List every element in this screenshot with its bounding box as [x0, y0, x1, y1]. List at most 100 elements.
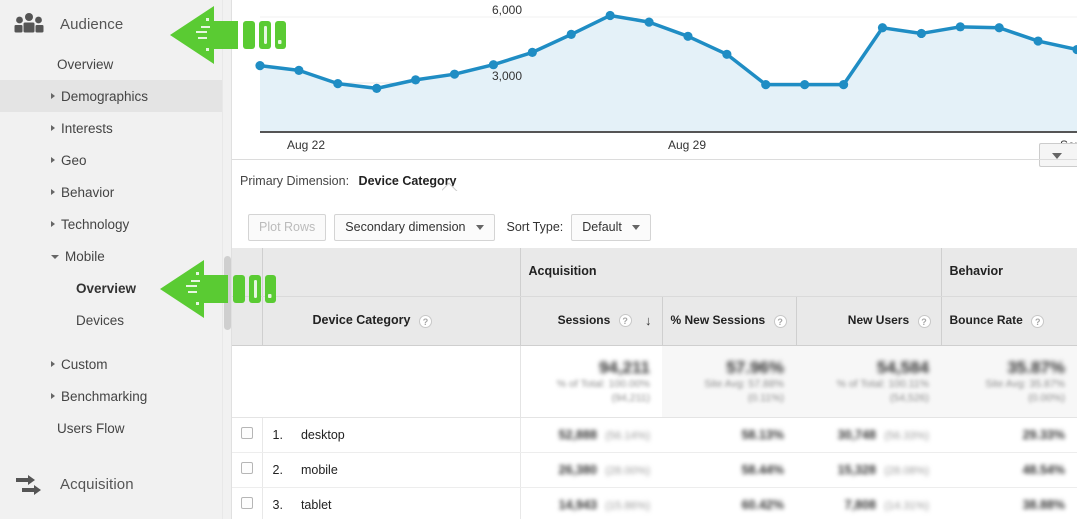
x-axis-tick-aug22: Aug 22: [287, 138, 326, 152]
help-icon[interactable]: ?: [917, 314, 931, 328]
row-device-name[interactable]: desktop: [301, 428, 345, 442]
chart-data-point[interactable]: [294, 65, 304, 75]
sidebar-section-behavior[interactable]: Behavior: [0, 514, 231, 519]
sidebar-item-custom[interactable]: Custom: [0, 348, 231, 380]
row-checkbox-cell[interactable]: [232, 452, 263, 488]
sort-type-button[interactable]: Default: [571, 213, 651, 241]
secondary-dimension-button[interactable]: Secondary dimension: [334, 213, 495, 241]
chart-data-point[interactable]: [761, 80, 771, 90]
chart-data-point[interactable]: [488, 60, 499, 70]
chart-data-point[interactable]: [644, 17, 654, 27]
chart-data-point[interactable]: [333, 79, 343, 89]
sidebar-item-label: Devices: [76, 312, 125, 328]
group-header-acquisition-cont: [796, 248, 941, 297]
sidebar-item-mobile[interactable]: Mobile: [0, 240, 231, 272]
column-header-label: Bounce Rate: [949, 313, 1023, 328]
row-dimension-cell: 3. tablet: [262, 487, 521, 519]
sidebar-item-behavior[interactable]: Behavior: [0, 176, 231, 208]
chart-data-point[interactable]: [955, 22, 965, 32]
sidebar-item-interests[interactable]: Interests: [0, 112, 231, 144]
sidebar-scrollbar-thumb[interactable]: [224, 256, 231, 330]
chart-data-point[interactable]: [255, 61, 265, 71]
row-checkbox-cell[interactable]: [232, 417, 263, 453]
chevron-right-icon: [51, 393, 55, 399]
sort-type-value: Default: [582, 220, 622, 234]
chevron-down-icon: [51, 255, 59, 259]
chart-area-fill: [260, 15, 1077, 131]
row-checkbox[interactable]: [240, 461, 253, 474]
column-header-bounce-rate[interactable]: Bounce Rate ?: [940, 296, 1077, 346]
row-sessions-pct: (28.00%): [605, 464, 650, 477]
help-icon[interactable]: ?: [618, 314, 632, 328]
plot-rows-button[interactable]: Plot Rows: [248, 213, 327, 241]
sidebar-item-label: Mobile: [65, 248, 105, 264]
sidebar-item-mobile-overview[interactable]: Overview: [0, 272, 231, 304]
sidebar-item-technology[interactable]: Technology: [0, 208, 231, 240]
chart-data-point[interactable]: [683, 31, 693, 41]
chart-data-point[interactable]: [449, 69, 460, 79]
sort-desc-icon[interactable]: ↓: [645, 313, 652, 328]
chart-plot-area: [255, 10, 1077, 131]
table-row[interactable]: 2. mobile 26,380 (28.00%) 58.44% 15,328 …: [232, 452, 1077, 488]
chart-data-point[interactable]: [916, 28, 926, 39]
chevron-down-icon: [631, 224, 640, 230]
column-header-label: % New Sessions: [670, 313, 766, 328]
row-bounce-rate: 48.54%: [1022, 462, 1065, 477]
sidebar-item-geo[interactable]: Geo: [0, 144, 231, 176]
row-checkbox[interactable]: [240, 496, 253, 509]
chart-data-point[interactable]: [800, 80, 810, 90]
help-icon[interactable]: ?: [418, 314, 432, 328]
chevron-right-icon: [51, 93, 55, 99]
totals-subtext-1: Site Avg: 57.88%: [704, 377, 784, 390]
row-sessions-cell: 26,380 (28.00%): [520, 452, 662, 488]
row-checkbox-cell[interactable]: [232, 487, 263, 519]
chart-data-point[interactable]: [1033, 36, 1043, 46]
chart-data-point[interactable]: [722, 49, 732, 59]
row-sessions-cell: 14,943 (15.86%): [520, 487, 662, 519]
row-new-users-pct: (14.31%): [884, 499, 929, 512]
row-checkbox[interactable]: [240, 426, 253, 439]
totals-value: 35.87%: [1007, 357, 1065, 377]
row-bounce-rate-cell: 29.33%: [941, 417, 1077, 453]
sessions-over-time-chart: 6,000 3,000 Aug 22 Aug 29 Sep: [232, 0, 1077, 167]
sidebar-item-users-flow[interactable]: Users Flow: [0, 412, 231, 444]
table-row[interactable]: 1. desktop 52,888 (56.14%) 58.13% 30,748…: [232, 417, 1077, 453]
sidebar-item-mobile-devices[interactable]: Devices: [0, 304, 231, 336]
row-device-name[interactable]: mobile: [301, 463, 338, 477]
main-content: 6,000 3,000 Aug 22 Aug 29 Sep Primary Di…: [232, 0, 1077, 519]
sidebar-item-overview[interactable]: Overview: [0, 48, 231, 80]
sidebar-item-demographics[interactable]: Demographics: [0, 80, 231, 112]
primary-dimension-label: Primary Dimension:: [240, 174, 350, 188]
column-header-device-category[interactable]: Device Category ?: [261, 296, 520, 346]
sidebar-item-label: Demographics: [61, 88, 149, 104]
group-header-dimension: [261, 248, 520, 297]
y-axis-tick-3000: 3,000: [492, 69, 523, 83]
row-rank: 2.: [272, 462, 283, 477]
sidebar-scrollbar[interactable]: [222, 0, 231, 519]
chart-data-point[interactable]: [877, 23, 888, 33]
column-header-sessions[interactable]: Sessions ? ↓: [519, 296, 662, 346]
chart-data-point[interactable]: [566, 29, 576, 40]
chart-data-point[interactable]: [411, 75, 421, 85]
table-group-header-row: Acquisition Behavior: [232, 248, 1077, 297]
chart-data-point[interactable]: [994, 23, 1004, 33]
row-new-users-cell: 30,748 (56.33%): [796, 417, 941, 453]
chart-data-point[interactable]: [372, 83, 382, 93]
chart-data-point[interactable]: [527, 47, 537, 58]
y-axis-tick-6000: 6,000: [492, 3, 523, 17]
sidebar-section-acquisition[interactable]: Acquisition: [0, 460, 231, 508]
column-header-new-sessions[interactable]: % New Sessions ?: [661, 296, 796, 346]
column-header-new-users[interactable]: New Users ?: [795, 296, 941, 346]
row-device-name[interactable]: tablet: [301, 498, 332, 512]
table-row[interactable]: 3. tablet 14,943 (15.86%) 60.42% 7,808 (…: [232, 487, 1077, 519]
chevron-right-icon: [51, 125, 55, 131]
row-sessions-cell: 52,888 (56.14%): [520, 417, 662, 453]
group-header-spacer: [232, 248, 262, 297]
chart-data-point[interactable]: [838, 80, 849, 90]
chart-data-point[interactable]: [605, 10, 615, 21]
sidebar-section-audience[interactable]: Audience: [0, 0, 231, 48]
help-icon[interactable]: ?: [1031, 314, 1045, 328]
sidebar-item-benchmarking[interactable]: Benchmarking: [0, 380, 231, 412]
help-icon[interactable]: ?: [773, 314, 787, 328]
left-sidebar: Audience Overview Demographics Interests…: [0, 0, 232, 519]
